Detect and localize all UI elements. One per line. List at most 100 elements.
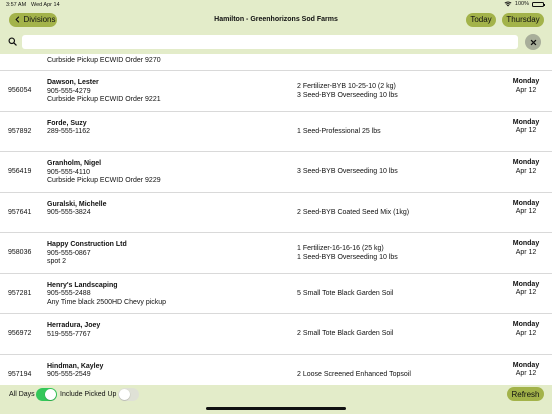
- customer-name: Happy Construction Ltd: [47, 241, 127, 248]
- order-item: 2 Fertilizer-BYB 10-25-10 (2 kg): [297, 83, 396, 90]
- search-bar: [0, 30, 552, 54]
- search-icon: [8, 37, 17, 46]
- customer-phone: 905-555-2488: [47, 290, 91, 297]
- table-row[interactable]: 957641 Guralski, Michelle 905-555-3824 2 Se…: [0, 193, 552, 233]
- table-row[interactable]: 957194 Hindman, Kayley 905-555-2549 2 Loose…: [0, 355, 552, 386]
- order-number: 957194: [8, 370, 32, 378]
- order-number: 957892: [8, 127, 32, 135]
- customer-info: Guralski, Michelle 905-555-3824: [47, 201, 107, 218]
- table-row[interactable]: 957892 Forde, Suzy 289-555-1162 1 Seed-Prof…: [0, 112, 552, 152]
- table-row[interactable]: 957281 Henry's Landscaping 905-555-2488 Any…: [0, 274, 552, 314]
- order-items: 2 Small Tote Black Garden Soil: [297, 330, 393, 339]
- customer-phone: 905-555-4110: [47, 168, 91, 176]
- pickup-day: Monday: [512, 159, 540, 166]
- customer-name: Granholm, Nigel: [47, 160, 102, 167]
- divisions-back-button[interactable]: Divisions: [9, 12, 57, 27]
- close-icon: [530, 39, 536, 45]
- customer-info: Happy Construction Ltd 905-555-0867 spot 2: [47, 241, 127, 267]
- order-items: 1 Fertilizer-16-16-16 (25 kg) 1 Seed-BYB …: [297, 245, 398, 262]
- chevron-left-icon: [15, 16, 20, 23]
- customer-info: Hindman, Kayley 905-555-2549: [47, 363, 103, 380]
- pickup-day: Monday: [512, 118, 540, 126]
- today-button[interactable]: Today: [466, 12, 496, 27]
- order-note: Curbside Pickup ECWID Order 9229: [47, 177, 161, 184]
- customer-info: Henry's Landscaping 905-555-2488 Any Time …: [47, 282, 166, 308]
- status-bar: 3:57 AM Wed Apr 14 100%: [0, 0, 552, 10]
- home-indicator: [206, 407, 346, 410]
- customer-info: Herradura, Joey 519-555-7767: [47, 322, 100, 339]
- include-picked-up-label: Include Picked Up: [60, 391, 117, 398]
- pickup-date-value: Apr 12: [515, 248, 537, 256]
- pickup-date: Monday Apr 12: [496, 281, 552, 298]
- search-input[interactable]: [22, 35, 518, 49]
- customer-phone: 905-555-2549: [47, 371, 91, 378]
- pickup-date-value: Apr 12: [515, 329, 537, 337]
- order-number: 957641: [8, 208, 32, 216]
- customer-info: Dawson, Lester 905-555-4279 Curbside Picku…: [47, 79, 161, 105]
- refresh-button[interactable]: Refresh: [507, 387, 544, 401]
- status-time: 3:57 AM: [6, 2, 27, 8]
- battery-percent: 100%: [514, 1, 529, 7]
- clear-search-button[interactable]: [525, 34, 541, 50]
- order-items: 5 Small Tote Black Garden Soil: [297, 290, 393, 299]
- order-item: 3 Seed-BYB Overseeding 10 lbs: [297, 91, 398, 99]
- customer-name: Herradura, Joey: [47, 322, 101, 329]
- customer-phone: 289-555-1162: [47, 128, 91, 135]
- pickup-date-value: Apr 12: [515, 370, 537, 377]
- order-item: 2 Loose Screened Enhanced Topsoil: [297, 370, 411, 378]
- nav-bar: Divisions Hamilton - Greenhorizons Sod F…: [0, 10, 552, 30]
- customer-phone: 519-555-7767: [47, 330, 91, 338]
- pickup-date-value: Apr 12: [515, 86, 537, 94]
- customer-phone: 905-555-4279: [47, 87, 91, 95]
- order-number: 956419: [8, 168, 32, 175]
- order-number: 956054: [8, 87, 32, 94]
- table-row[interactable]: 956419 Granholm, Nigel 905-555-4110 Curbsid…: [0, 152, 552, 193]
- order-items: 2 Loose Screened Enhanced Topsoil: [297, 371, 411, 380]
- customer-name: Forde, Suzy: [47, 119, 87, 127]
- status-date: Wed Apr 14: [31, 2, 60, 8]
- pickup-date: Monday Apr 12: [496, 78, 552, 95]
- order-note: spot 2: [47, 258, 67, 265]
- table-row[interactable]: 958036 Happy Construction Ltd 905-555-0867…: [0, 233, 552, 274]
- order-number: 956972: [8, 330, 32, 337]
- pickup-day: Monday: [512, 199, 540, 207]
- all-days-label: All Days: [9, 391, 35, 398]
- customer-info: Forde, Suzy 289-555-1162: [47, 120, 90, 137]
- pickup-date-value: Apr 12: [515, 208, 537, 215]
- pickup-date-value: Apr 12: [515, 127, 537, 134]
- order-items: 2 Seed-BYB Coated Seed Mix (1kg): [297, 209, 409, 218]
- day-select-button[interactable]: Thursday: [502, 12, 544, 27]
- pickup-date-value: Apr 12: [515, 167, 537, 175]
- customer-name: Henry's Landscaping: [47, 281, 118, 289]
- order-items: 3 Seed-BYB Overseeding 10 lbs: [297, 168, 398, 177]
- all-days-toggle[interactable]: [36, 388, 57, 401]
- order-items: 1 Seed-Professional 25 lbs: [297, 128, 381, 137]
- table-row[interactable]: 956972 Herradura, Joey 519-555-7767 2 Small…: [0, 314, 552, 355]
- pickup-day: Monday: [512, 78, 540, 85]
- status-right: 100%: [504, 1, 545, 7]
- pickup-day: Monday: [512, 280, 540, 288]
- customer-phone: 905-555-0867: [47, 249, 91, 257]
- order-item: 2 Seed-BYB Coated Seed Mix (1kg): [297, 208, 410, 216]
- pickup-date: Monday Apr 12: [496, 321, 552, 338]
- pickup-day: Monday: [512, 361, 540, 369]
- customer-name: Hindman, Kayley: [47, 362, 104, 370]
- pickup-date: Monday Apr 12: [496, 119, 552, 136]
- list-item-partial[interactable]: Curbside Pickup ECWID Order 9270: [0, 54, 552, 71]
- order-item: 1 Fertilizer-16-16-16 (25 kg): [297, 245, 384, 252]
- customer-phone: 905-555-3824: [47, 209, 91, 216]
- table-row[interactable]: 956054 Dawson, Lester 905-555-4279 Curbside…: [0, 71, 552, 112]
- pickup-date: Monday Apr 12: [496, 159, 552, 176]
- order-list[interactable]: Curbside Pickup ECWID Order 9270 956054 D…: [0, 54, 552, 385]
- pickup-day: Monday: [512, 321, 540, 328]
- order-item: 1 Seed-BYB Overseeding 10 lbs: [297, 253, 398, 261]
- pickup-date: Monday Apr 12: [496, 240, 552, 257]
- order-item: 3 Seed-BYB Overseeding 10 lbs: [297, 168, 398, 175]
- pickup-day: Monday: [512, 240, 540, 247]
- order-items: 2 Fertilizer-BYB 10-25-10 (2 kg) 3 Seed-B…: [297, 83, 398, 100]
- order-item: 1 Seed-Professional 25 lbs: [297, 127, 381, 135]
- pickup-date: Monday Apr 12: [496, 362, 552, 379]
- pickup-date-value: Apr 12: [515, 289, 537, 296]
- divisions-label: Divisions: [23, 15, 56, 24]
- include-picked-up-toggle[interactable]: [118, 388, 139, 401]
